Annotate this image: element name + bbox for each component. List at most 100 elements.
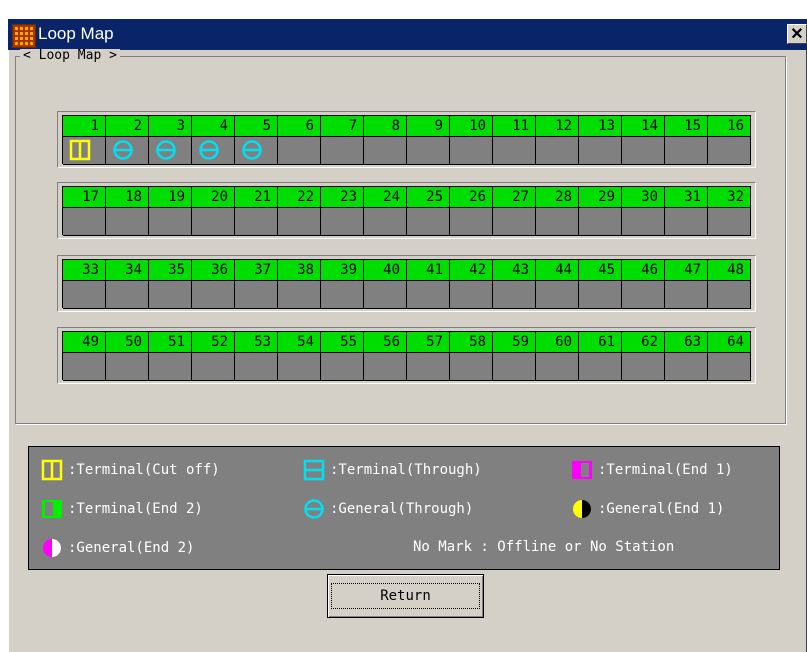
return-button-label: Return xyxy=(331,583,480,609)
station-status-3[interactable] xyxy=(149,137,192,165)
station-number-27: 27 xyxy=(493,187,536,208)
station-status-2[interactable] xyxy=(106,137,149,165)
station-status-21[interactable] xyxy=(235,208,278,236)
station-status-27[interactable] xyxy=(493,208,536,236)
station-status-17[interactable] xyxy=(63,208,106,236)
station-number-24: 24 xyxy=(364,187,407,208)
legend-item: :Terminal(Through) xyxy=(302,459,482,481)
station-number-20: 20 xyxy=(192,187,235,208)
station-status-1[interactable] xyxy=(63,137,106,165)
station-number-60: 60 xyxy=(536,332,579,353)
station-status-33[interactable] xyxy=(63,281,106,309)
station-status-9[interactable] xyxy=(407,137,450,165)
station-status-46[interactable] xyxy=(622,281,665,309)
station-status-48[interactable] xyxy=(708,281,751,309)
station-status-62[interactable] xyxy=(622,353,665,381)
station-status-16[interactable] xyxy=(708,137,751,165)
station-status-44[interactable] xyxy=(536,281,579,309)
station-status-40[interactable] xyxy=(364,281,407,309)
station-status-58[interactable] xyxy=(450,353,493,381)
station-status-39[interactable] xyxy=(321,281,364,309)
station-status-45[interactable] xyxy=(579,281,622,309)
station-status-35[interactable] xyxy=(149,281,192,309)
general-through-icon xyxy=(302,498,326,520)
station-status-15[interactable] xyxy=(665,137,708,165)
station-status-25[interactable] xyxy=(407,208,450,236)
station-status-28[interactable] xyxy=(536,208,579,236)
station-status-54[interactable] xyxy=(278,353,321,381)
station-status-20[interactable] xyxy=(192,208,235,236)
station-status-22[interactable] xyxy=(278,208,321,236)
close-button[interactable]: ✕ xyxy=(787,24,807,44)
station-status-10[interactable] xyxy=(450,137,493,165)
station-number-48: 48 xyxy=(708,260,751,281)
station-status-36[interactable] xyxy=(192,281,235,309)
station-status-30[interactable] xyxy=(622,208,665,236)
general-end2-icon xyxy=(40,537,64,559)
legend-label: :Terminal(End 2) xyxy=(68,501,203,517)
station-number-58: 58 xyxy=(450,332,493,353)
station-number-52: 52 xyxy=(192,332,235,353)
station-status-32[interactable] xyxy=(708,208,751,236)
station-status-50[interactable] xyxy=(106,353,149,381)
station-status-4[interactable] xyxy=(192,137,235,165)
station-status-11[interactable] xyxy=(493,137,536,165)
station-status-55[interactable] xyxy=(321,353,364,381)
station-status-5[interactable] xyxy=(235,137,278,165)
station-status-52[interactable] xyxy=(192,353,235,381)
station-status-51[interactable] xyxy=(149,353,192,381)
station-number-18: 18 xyxy=(106,187,149,208)
general-through-icon xyxy=(154,139,178,161)
station-status-64[interactable] xyxy=(708,353,751,381)
station-status-56[interactable] xyxy=(364,353,407,381)
station-status-47[interactable] xyxy=(665,281,708,309)
general-through-icon xyxy=(240,139,264,161)
station-status-41[interactable] xyxy=(407,281,450,309)
station-status-23[interactable] xyxy=(321,208,364,236)
station-number-55: 55 xyxy=(321,332,364,353)
station-status-12[interactable] xyxy=(536,137,579,165)
station-status-13[interactable] xyxy=(579,137,622,165)
station-status-43[interactable] xyxy=(493,281,536,309)
station-status-29[interactable] xyxy=(579,208,622,236)
station-number-16: 16 xyxy=(708,116,751,137)
station-status-19[interactable] xyxy=(149,208,192,236)
station-number-25: 25 xyxy=(407,187,450,208)
station-number-14: 14 xyxy=(622,116,665,137)
station-status-61[interactable] xyxy=(579,353,622,381)
station-status-7[interactable] xyxy=(321,137,364,165)
title-bar[interactable]: Loop Map ✕ xyxy=(8,19,807,50)
station-number-29: 29 xyxy=(579,187,622,208)
legend-label: :Terminal(End 1) xyxy=(598,462,733,478)
legend-label: :General(Through) xyxy=(330,501,474,517)
legend-label: :General(End 1) xyxy=(598,501,725,517)
station-number-40: 40 xyxy=(364,260,407,281)
station-status-26[interactable] xyxy=(450,208,493,236)
station-number-2: 2 xyxy=(106,116,149,137)
terminal-cut-off-icon xyxy=(68,139,92,161)
station-status-34[interactable] xyxy=(106,281,149,309)
station-status-8[interactable] xyxy=(364,137,407,165)
general-end1-icon xyxy=(570,498,594,520)
station-number-21: 21 xyxy=(235,187,278,208)
station-status-63[interactable] xyxy=(665,353,708,381)
station-status-42[interactable] xyxy=(450,281,493,309)
station-number-37: 37 xyxy=(235,260,278,281)
station-status-6[interactable] xyxy=(278,137,321,165)
station-status-24[interactable] xyxy=(364,208,407,236)
station-status-60[interactable] xyxy=(536,353,579,381)
window-title: Loop Map xyxy=(38,24,114,43)
station-status-31[interactable] xyxy=(665,208,708,236)
return-button[interactable]: Return xyxy=(327,574,484,618)
station-status-49[interactable] xyxy=(63,353,106,381)
station-status-59[interactable] xyxy=(493,353,536,381)
station-status-57[interactable] xyxy=(407,353,450,381)
station-status-18[interactable] xyxy=(106,208,149,236)
station-status-53[interactable] xyxy=(235,353,278,381)
loop-row-4: 49 50 51 52 53 54 55 56 57 58 59 60 61 62 63 64 xyxy=(57,327,756,384)
station-number-15: 15 xyxy=(665,116,708,137)
station-status-14[interactable] xyxy=(622,137,665,165)
station-status-37[interactable] xyxy=(235,281,278,309)
station-number-26: 26 xyxy=(450,187,493,208)
station-status-38[interactable] xyxy=(278,281,321,309)
